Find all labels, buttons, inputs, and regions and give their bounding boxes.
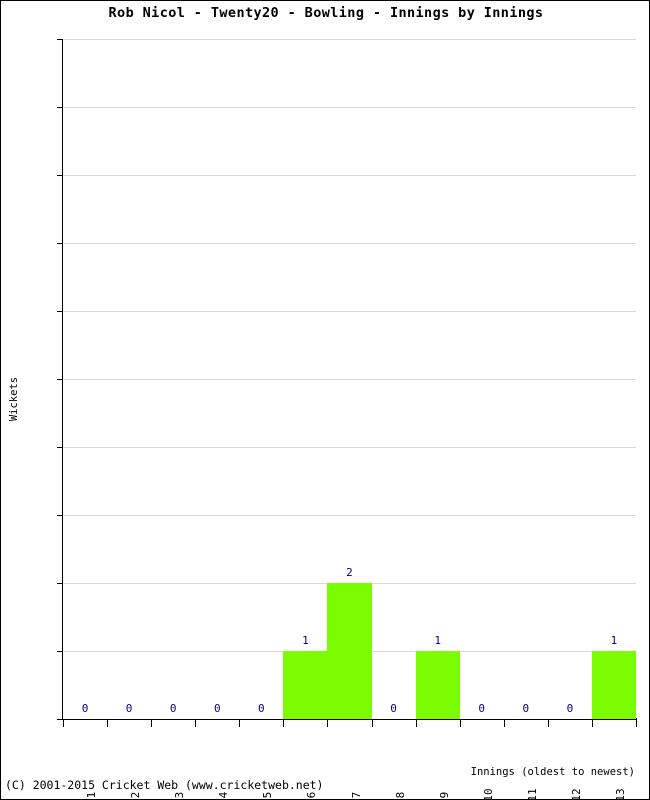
bar-value-label: 1 xyxy=(434,634,441,647)
y-tick-mark xyxy=(57,583,63,584)
x-tick-mark xyxy=(63,720,64,727)
x-tick-label: 9 xyxy=(437,791,451,799)
y-tick-mark xyxy=(57,379,63,380)
gridline xyxy=(63,243,636,244)
bar xyxy=(415,651,460,719)
y-tick-mark xyxy=(57,311,63,312)
x-tick-mark xyxy=(151,720,153,727)
bowling-innings-chart: Rob Nicol - Twenty20 - Bowling - Innings… xyxy=(0,0,650,800)
x-tick-mark xyxy=(327,720,329,727)
x-tick-mark xyxy=(283,720,285,727)
bar-value-label: 0 xyxy=(258,702,265,715)
y-tick-mark xyxy=(57,447,63,448)
bar-value-label: 0 xyxy=(169,702,177,715)
x-tick-mark xyxy=(636,720,637,727)
x-tick-mark xyxy=(371,720,373,727)
gridline xyxy=(63,39,636,40)
y-tick-mark xyxy=(57,515,63,516)
chart-title: Rob Nicol - Twenty20 - Bowling - Innings… xyxy=(108,5,544,21)
gridline xyxy=(63,107,636,108)
y-tick-mark xyxy=(57,39,63,40)
x-tick-mark xyxy=(591,720,593,727)
y-tick-mark xyxy=(57,107,63,108)
gridline xyxy=(63,515,636,516)
bar-value-label: 1 xyxy=(302,634,309,647)
x-tick-mark xyxy=(459,720,461,727)
bar xyxy=(283,651,328,719)
bar-value-label: 0 xyxy=(478,702,486,715)
x-tick-mark xyxy=(415,720,417,727)
y-tick-mark xyxy=(57,175,63,176)
gridline xyxy=(63,379,636,380)
x-tick-label: 7 xyxy=(349,791,363,799)
footer-copyright: (C) 2001-2015 Cricket Web (www.cricketwe… xyxy=(5,778,324,792)
bar-value-label: 0 xyxy=(390,702,397,715)
bar-value-label: 0 xyxy=(125,702,133,715)
bar xyxy=(327,583,372,719)
bar-value-label: 1 xyxy=(610,634,618,647)
bar-value-label: 0 xyxy=(566,702,574,715)
gridline xyxy=(63,175,636,176)
gridline xyxy=(63,311,636,312)
y-tick-mark xyxy=(57,243,63,244)
bar-value-label: 0 xyxy=(213,702,221,715)
x-tick-mark xyxy=(195,720,197,727)
y-tick-mark xyxy=(57,651,63,652)
x-tick-mark xyxy=(547,720,549,727)
plot-area: 012345678910 0000012010001 1234567891011… xyxy=(57,39,637,799)
y-axis-title: Wickets xyxy=(8,376,20,422)
x-tick-mark xyxy=(107,720,109,727)
gridline xyxy=(63,447,636,448)
bar-value-label: 2 xyxy=(346,566,353,579)
bar-value-label: 0 xyxy=(522,702,530,715)
x-tick-mark xyxy=(503,720,505,727)
x-tick-mark xyxy=(239,720,241,727)
bar xyxy=(591,651,636,719)
x-axis-title: Innings (oldest to newest) xyxy=(470,766,635,778)
x-tick-label: 8 xyxy=(393,791,407,799)
bar-value-label: 0 xyxy=(81,702,89,715)
